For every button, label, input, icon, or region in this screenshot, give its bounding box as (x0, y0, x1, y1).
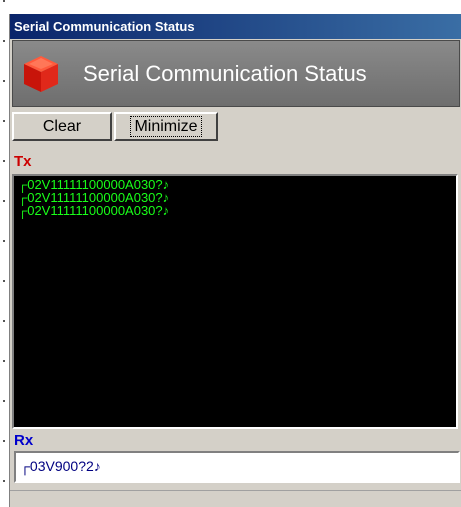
minimize-button-label: Minimize (130, 116, 202, 137)
header-title: Serial Communication Status (83, 61, 367, 86)
minimize-button[interactable]: Minimize (114, 112, 218, 141)
tx-log-line: ┌02V11111100000A030?♪ (18, 203, 170, 218)
header-banner: Serial Communication Status (12, 40, 460, 107)
clear-button[interactable]: Clear (12, 112, 112, 141)
tx-label: Tx (14, 153, 32, 170)
rx-label: Rx (14, 432, 34, 449)
window-title: Serial Communication Status (14, 19, 195, 34)
background-dashed-guide (3, 0, 5, 507)
window-titlebar[interactable]: Serial Communication Status (10, 14, 461, 39)
serial-status-window: Serial Communication Status Serial Commu… (9, 14, 461, 507)
red-cube-icon (24, 56, 58, 92)
tx-log-textarea[interactable]: ┌02V11111100000A030?♪ ┌02V11111100000A03… (12, 174, 458, 429)
rx-value: ┌03V900?2♪ (20, 458, 101, 474)
status-strip (10, 490, 461, 507)
rx-field[interactable]: ┌03V900?2♪ (14, 451, 460, 483)
